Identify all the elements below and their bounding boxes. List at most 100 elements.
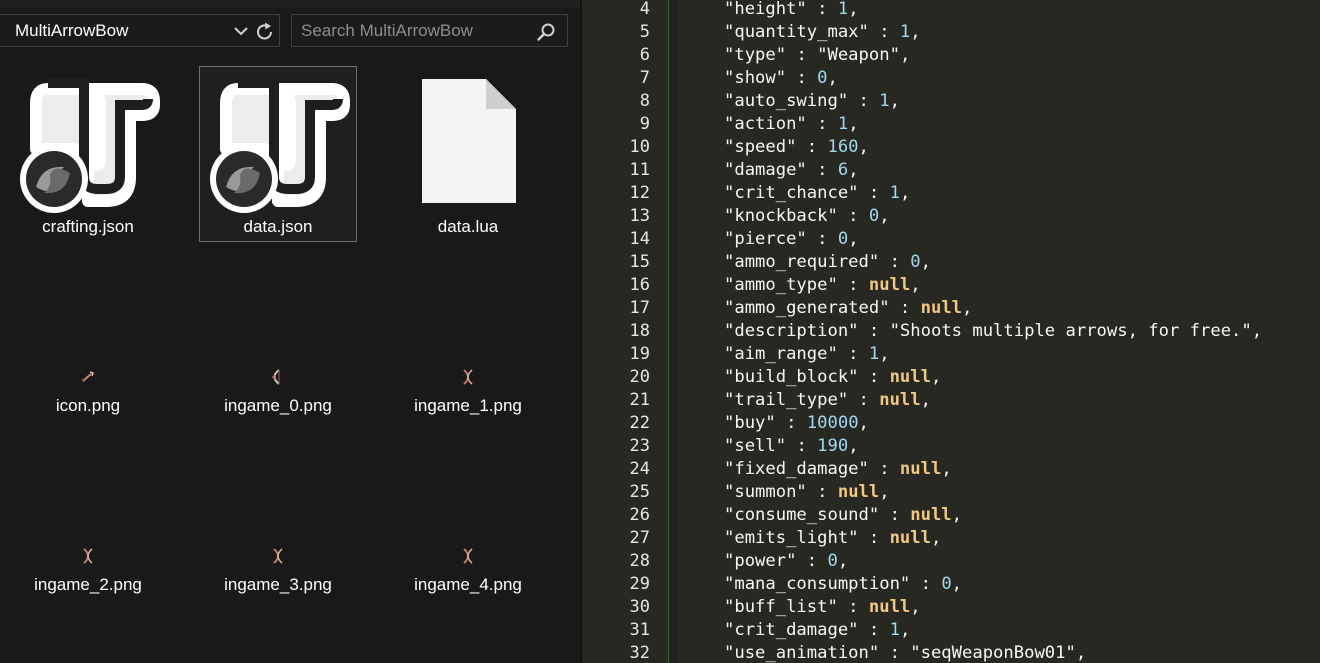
json-key: "aim_range" (724, 344, 838, 364)
refresh-icon[interactable] (254, 21, 276, 43)
line-number: 14 (629, 229, 650, 249)
code-line[interactable]: "description" : "Shoots multiple arrows,… (724, 320, 1262, 343)
json-value: 1 (868, 344, 880, 364)
code-line[interactable]: "trail_type" : null, (724, 389, 931, 412)
code-line[interactable]: "consume_sound" : null, (724, 504, 962, 527)
code-line[interactable]: "speed" : 160, (724, 136, 869, 159)
json-key: "ammo_required" (724, 252, 880, 272)
colon: : (879, 252, 911, 272)
code-line[interactable]: "show" : 0, (724, 67, 838, 90)
search-box[interactable] (291, 14, 568, 47)
code-line[interactable]: "crit_damage" : 1, (724, 619, 910, 642)
file-item-ingame-2-png[interactable]: ingame_2.png (9, 424, 167, 600)
line-number: 6 (639, 45, 650, 65)
document-icon (422, 79, 516, 203)
json-value: 6 (837, 160, 849, 180)
comma: , (837, 551, 849, 571)
json-value: 10000 (806, 413, 859, 433)
line-number: 21 (629, 390, 650, 410)
json-value: 0 (910, 252, 921, 272)
comma: , (848, 160, 859, 180)
code-line[interactable]: "fixed_damage" : null, (724, 458, 952, 481)
code-line[interactable]: "pierce" : 0, (724, 228, 859, 251)
line-number: 15 (629, 252, 650, 272)
code-line[interactable]: "ammo_type" : null, (724, 274, 921, 297)
code-line[interactable]: "ammo_required" : 0, (724, 251, 931, 274)
json-value: 0 (941, 574, 952, 594)
code-line[interactable]: "sell" : 190, (724, 435, 859, 458)
code-line[interactable]: "damage" : 6, (724, 159, 859, 182)
code-line[interactable]: "buy" : 10000, (724, 412, 869, 435)
address-path[interactable]: MultiArrowBow (15, 21, 128, 41)
json-key: "damage" (724, 160, 807, 180)
code-line[interactable]: "summon" : null, (724, 481, 890, 504)
comma: , (848, 114, 859, 134)
file-name: ingame_4.png (414, 575, 522, 594)
search-input[interactable] (301, 19, 526, 43)
json-file-icon (20, 78, 160, 213)
code-line[interactable]: "quantity_max" : 1, (724, 21, 921, 44)
colon: : (837, 344, 869, 364)
colon: : (796, 551, 828, 571)
json-value: null (910, 505, 952, 525)
code-line[interactable]: "type" : "Weapon", (724, 44, 910, 67)
code-line[interactable]: "power" : 0, (724, 550, 848, 573)
line-number: 16 (629, 275, 650, 295)
code-line[interactable]: "buff_list" : null, (724, 596, 921, 619)
code-line[interactable]: "crit_chance" : 1, (724, 182, 910, 205)
json-value: 1 (837, 0, 849, 19)
file-item-ingame-4-png[interactable]: ingame_4.png (389, 424, 547, 600)
line-number: 26 (629, 505, 650, 525)
line-number: 24 (629, 459, 650, 479)
file-item-data-lua[interactable]: data.lua (389, 66, 547, 242)
code-line[interactable]: "build_block" : null, (724, 366, 941, 389)
code-line[interactable]: "ammo_generated" : null, (724, 297, 972, 320)
code-line[interactable]: "use_animation" : "seqWeaponBow01", (724, 642, 1086, 663)
code-line[interactable]: "aim_range" : 1, (724, 343, 890, 366)
colon: : (858, 367, 890, 387)
json-value: 1 (899, 22, 911, 42)
json-key: "height" (724, 0, 807, 19)
code-line[interactable]: "action" : 1, (724, 113, 859, 136)
file-item-ingame-3-png[interactable]: ingame_3.png (199, 424, 357, 600)
json-value: 0 (868, 206, 880, 226)
line-number: 23 (629, 436, 650, 456)
comma: , (951, 574, 963, 594)
code-line[interactable]: "height" : 1, (724, 0, 859, 21)
comma: , (1075, 643, 1087, 663)
file-item-ingame-0-png[interactable]: ingame_0.png (199, 245, 357, 421)
comma: , (879, 344, 890, 364)
file-item-icon-png[interactable]: icon.png (9, 245, 167, 421)
bow-thumbnail-icon (463, 548, 473, 564)
json-value: "seqWeaponBow01" (910, 643, 1076, 663)
code-line[interactable]: "emits_light" : null, (724, 527, 941, 550)
bow-thumbnail-icon (463, 369, 473, 385)
json-key: "sell" (724, 436, 787, 456)
json-key: "buff_list" (724, 597, 838, 617)
file-item-crafting-json[interactable]: crafting.json (9, 66, 167, 242)
comma: , (930, 367, 942, 387)
comma: , (951, 505, 963, 525)
code-editor[interactable]: 4 5 6 7 8 9 10 11 12 13 14 15 16 17 18 19 20 21 22 23 24 25 26… (582, 0, 1320, 663)
address-bar[interactable]: MultiArrowBow (0, 14, 280, 47)
json-key: "pierce" (724, 229, 807, 249)
colon: : (806, 0, 838, 19)
colon: : (879, 643, 911, 663)
json-key: "speed" (724, 137, 797, 157)
bow-thumbnail-icon (273, 548, 283, 564)
comma: , (848, 436, 859, 456)
line-number: 30 (629, 597, 650, 617)
code-line[interactable]: "auto_swing" : 1, (724, 90, 900, 113)
code-line[interactable]: "knockback" : 0, (724, 205, 890, 228)
chevron-down-icon[interactable] (232, 21, 250, 41)
line-number: 28 (629, 551, 650, 571)
file-item-data-json[interactable]: data.json (199, 66, 357, 242)
colon: : (837, 206, 869, 226)
comma: , (910, 597, 921, 617)
file-item-ingame-1-png[interactable]: ingame_1.png (389, 245, 547, 421)
search-icon[interactable] (536, 22, 556, 42)
comma: , (930, 528, 942, 548)
code-line[interactable]: "mana_consumption" : 0, (724, 573, 962, 596)
json-key: "buy" (724, 413, 776, 433)
json-value: "Weapon" (817, 45, 900, 65)
